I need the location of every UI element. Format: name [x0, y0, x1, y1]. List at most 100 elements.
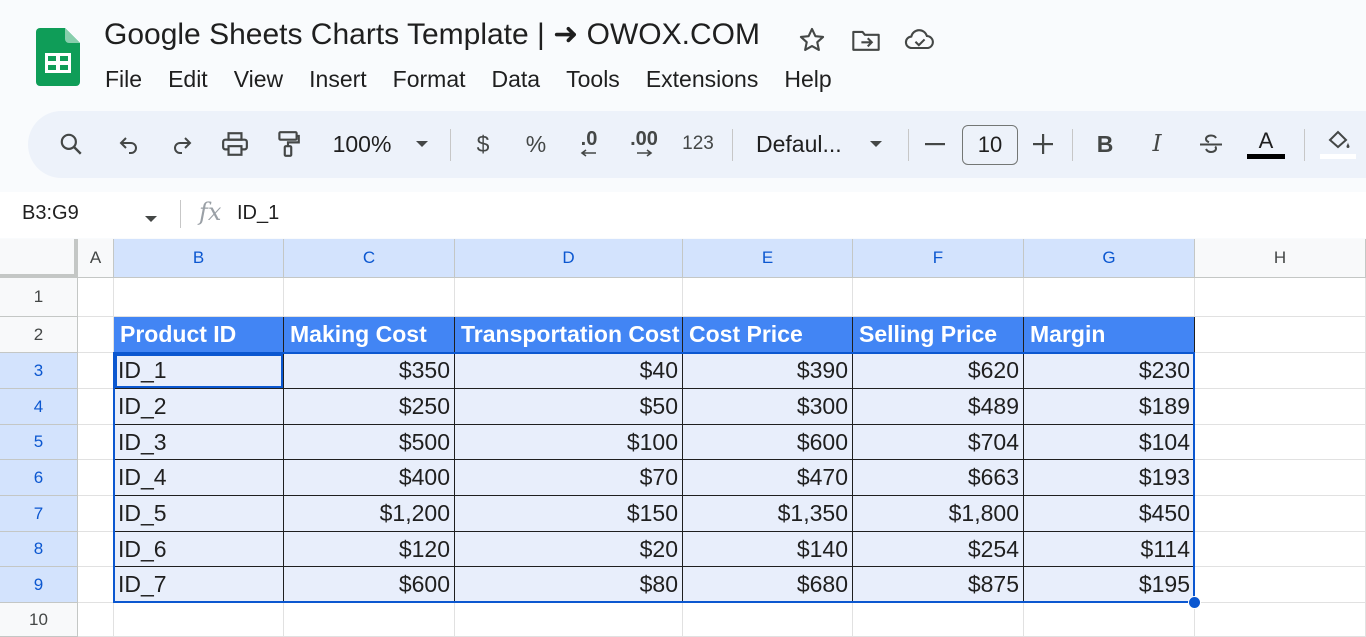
empty-cell[interactable] — [284, 603, 455, 637]
zoom-select[interactable]: 100% — [328, 125, 396, 163]
row-header-6[interactable]: 6 — [0, 460, 78, 496]
menu-insert[interactable]: Insert — [296, 62, 380, 96]
column-header-a[interactable]: A — [78, 239, 114, 278]
value-cell[interactable]: $600 — [683, 425, 853, 460]
format-percent-button[interactable]: % — [522, 125, 550, 163]
search-menus-icon[interactable] — [54, 125, 88, 163]
product-id-cell[interactable]: ID_1 — [114, 353, 284, 389]
name-box[interactable]: B3:G9 — [22, 202, 79, 225]
column-header-f[interactable]: F — [853, 239, 1024, 278]
menu-file[interactable]: File — [92, 62, 155, 96]
menu-data[interactable]: Data — [479, 62, 554, 96]
product-id-cell[interactable]: ID_5 — [114, 496, 284, 532]
cloud-saved-icon[interactable] — [904, 24, 936, 56]
select-all-corner[interactable] — [0, 239, 78, 278]
value-cell[interactable]: $40 — [455, 353, 683, 389]
value-cell[interactable]: $704 — [853, 425, 1024, 460]
product-id-cell[interactable]: ID_3 — [114, 425, 284, 460]
empty-cell[interactable] — [78, 460, 114, 496]
table-header-cell[interactable]: Selling Price — [853, 317, 1024, 353]
value-cell[interactable]: $195 — [1024, 567, 1195, 603]
value-cell[interactable]: $350 — [284, 353, 455, 389]
table-header-cell[interactable]: Product ID — [114, 317, 284, 353]
empty-cell[interactable] — [78, 603, 114, 637]
value-cell[interactable]: $875 — [853, 567, 1024, 603]
empty-cell[interactable] — [78, 425, 114, 460]
empty-cell[interactable] — [78, 496, 114, 532]
value-cell[interactable]: $620 — [853, 353, 1024, 389]
value-cell[interactable]: $100 — [455, 425, 683, 460]
row-header-5[interactable]: 5 — [0, 425, 78, 460]
empty-cell[interactable] — [78, 317, 114, 353]
menu-extensions[interactable]: Extensions — [633, 62, 772, 96]
row-header-1[interactable]: 1 — [0, 278, 78, 317]
menu-edit[interactable]: Edit — [155, 62, 221, 96]
empty-cell[interactable] — [1195, 603, 1366, 637]
value-cell[interactable]: $189 — [1024, 389, 1195, 425]
empty-cell[interactable] — [78, 567, 114, 603]
column-header-c[interactable]: C — [284, 239, 455, 278]
empty-cell[interactable] — [1195, 496, 1366, 532]
fill-color-icon[interactable] — [1318, 125, 1358, 163]
value-cell[interactable]: $470 — [683, 460, 853, 496]
value-cell[interactable]: $80 — [455, 567, 683, 603]
empty-cell[interactable] — [1195, 389, 1366, 425]
row-header-9[interactable]: 9 — [0, 567, 78, 603]
table-header-cell[interactable]: Cost Price — [683, 317, 853, 353]
document-title[interactable]: Google Sheets Charts Template | ➜ OWOX.C… — [104, 17, 760, 52]
product-id-cell[interactable]: ID_7 — [114, 567, 284, 603]
empty-cell[interactable] — [1195, 353, 1366, 389]
decrease-font-size-icon[interactable] — [922, 125, 948, 163]
row-header-2[interactable]: 2 — [0, 317, 78, 353]
value-cell[interactable]: $50 — [455, 389, 683, 425]
empty-cell[interactable] — [284, 278, 455, 317]
name-box-dropdown-icon[interactable] — [144, 210, 158, 228]
zoom-dropdown-arrow-icon[interactable] — [412, 125, 432, 163]
value-cell[interactable]: $300 — [683, 389, 853, 425]
empty-cell[interactable] — [683, 603, 853, 637]
empty-cell[interactable] — [1195, 567, 1366, 603]
column-header-d[interactable]: D — [455, 239, 683, 278]
value-cell[interactable]: $450 — [1024, 496, 1195, 532]
empty-cell[interactable] — [78, 389, 114, 425]
empty-cell[interactable] — [78, 353, 114, 389]
value-cell[interactable]: $114 — [1024, 532, 1195, 567]
row-header-7[interactable]: 7 — [0, 496, 78, 532]
menu-help[interactable]: Help — [771, 62, 844, 96]
value-cell[interactable]: $104 — [1024, 425, 1195, 460]
print-icon[interactable] — [218, 125, 252, 163]
menu-view[interactable]: View — [221, 62, 296, 96]
value-cell[interactable]: $193 — [1024, 460, 1195, 496]
paint-format-icon[interactable] — [271, 125, 305, 163]
more-formats-button[interactable]: 123 — [678, 125, 718, 163]
empty-cell[interactable] — [853, 278, 1024, 317]
text-color-button[interactable]: A — [1246, 125, 1286, 163]
value-cell[interactable]: $1,200 — [284, 496, 455, 532]
empty-cell[interactable] — [853, 603, 1024, 637]
product-id-cell[interactable]: ID_4 — [114, 460, 284, 496]
row-header-10[interactable]: 10 — [0, 603, 78, 637]
table-header-cell[interactable]: Margin — [1024, 317, 1195, 353]
empty-cell[interactable] — [1195, 278, 1366, 317]
decrease-decimal-button[interactable]: .0 — [571, 125, 607, 163]
bold-button[interactable]: B — [1092, 125, 1118, 163]
formula-input[interactable]: ID_1 — [237, 202, 279, 225]
move-to-folder-icon[interactable] — [850, 24, 882, 56]
empty-cell[interactable] — [114, 603, 284, 637]
sheets-logo-icon[interactable] — [36, 28, 80, 86]
strikethrough-icon[interactable] — [1196, 125, 1226, 163]
font-family-select[interactable]: Defaul... — [756, 125, 850, 163]
star-icon[interactable] — [796, 24, 828, 56]
font-dropdown-arrow-icon[interactable] — [866, 125, 886, 163]
menu-format[interactable]: Format — [380, 62, 479, 96]
value-cell[interactable]: $254 — [853, 532, 1024, 567]
value-cell[interactable]: $680 — [683, 567, 853, 603]
empty-cell[interactable] — [683, 278, 853, 317]
empty-cell[interactable] — [1195, 425, 1366, 460]
value-cell[interactable]: $250 — [284, 389, 455, 425]
row-header-8[interactable]: 8 — [0, 532, 78, 567]
column-header-h[interactable]: H — [1195, 239, 1366, 278]
product-id-cell[interactable]: ID_6 — [114, 532, 284, 567]
value-cell[interactable]: $663 — [853, 460, 1024, 496]
empty-cell[interactable] — [114, 278, 284, 317]
